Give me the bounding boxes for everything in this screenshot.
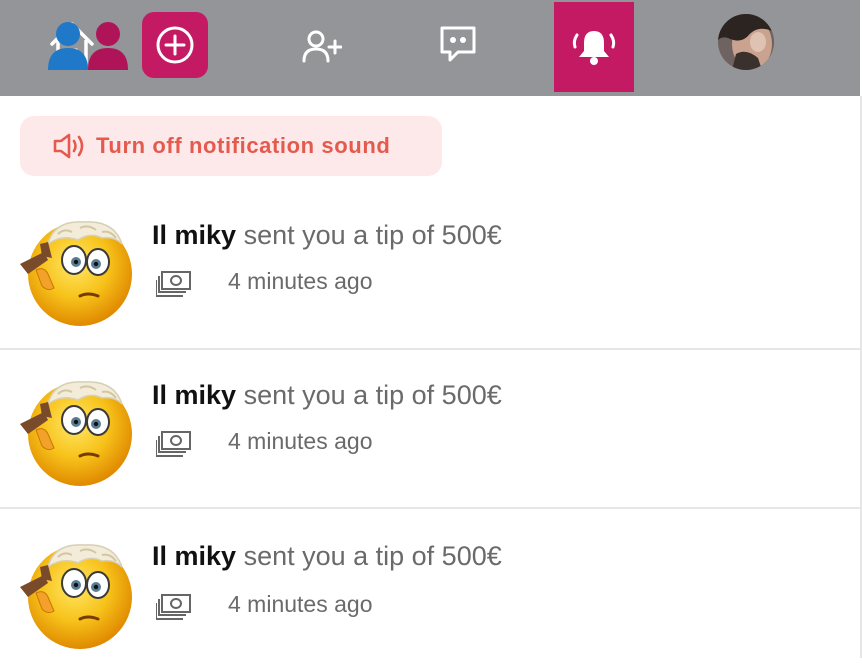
thinking-emoji-avatar <box>18 537 134 651</box>
notification-time: 4 minutes ago <box>228 591 373 617</box>
notification-message: sent you a tip of 500€ <box>243 220 502 250</box>
add-post-button[interactable] <box>142 12 208 78</box>
messages-button[interactable] <box>436 22 480 66</box>
thinking-emoji-avatar <box>18 374 134 488</box>
notification-user[interactable]: Il miky <box>152 541 236 571</box>
notification-message: sent you a tip of 500€ <box>243 541 502 571</box>
notification-user[interactable]: Il miky <box>152 220 236 250</box>
messages-icon <box>440 26 476 62</box>
notification-text: Il miky sent you a tip of 500€ <box>152 220 502 251</box>
notification-time: 4 minutes ago <box>228 268 373 294</box>
add-icon <box>156 26 194 64</box>
add-friend-icon <box>302 30 342 63</box>
thinking-emoji-avatar <box>18 214 134 328</box>
notification-text: Il miky sent you a tip of 500€ <box>152 541 502 572</box>
profile-photo <box>718 14 774 70</box>
notification-time: 4 minutes ago <box>228 428 373 454</box>
notification-user[interactable]: Il miky <box>152 380 236 410</box>
notifications-button[interactable] <box>554 2 634 92</box>
turn-off-sound-button[interactable]: Turn off notification sound <box>20 116 442 176</box>
notification-item[interactable]: Il miky sent you a tip of 500€ 4 minutes… <box>0 348 860 508</box>
sound-toggle-label: Turn off notification sound <box>96 133 391 158</box>
add-friend-button[interactable] <box>300 24 344 68</box>
notification-item[interactable]: Il miky sent you a tip of 500€ 4 minutes… <box>0 190 860 350</box>
notification-item[interactable]: Il miky sent you a tip of 500€ 4 minutes… <box>0 507 860 667</box>
notification-message: sent you a tip of 500€ <box>243 380 502 410</box>
top-navbar <box>0 0 860 96</box>
notification-text: Il miky sent you a tip of 500€ <box>152 380 502 411</box>
money-icon <box>156 430 192 458</box>
money-icon <box>156 593 192 621</box>
speaker-icon <box>53 133 84 159</box>
people-icon <box>48 22 128 70</box>
bell-icon <box>572 31 616 65</box>
money-icon <box>156 270 192 298</box>
home-button[interactable] <box>40 16 128 108</box>
profile-avatar[interactable] <box>718 14 774 70</box>
